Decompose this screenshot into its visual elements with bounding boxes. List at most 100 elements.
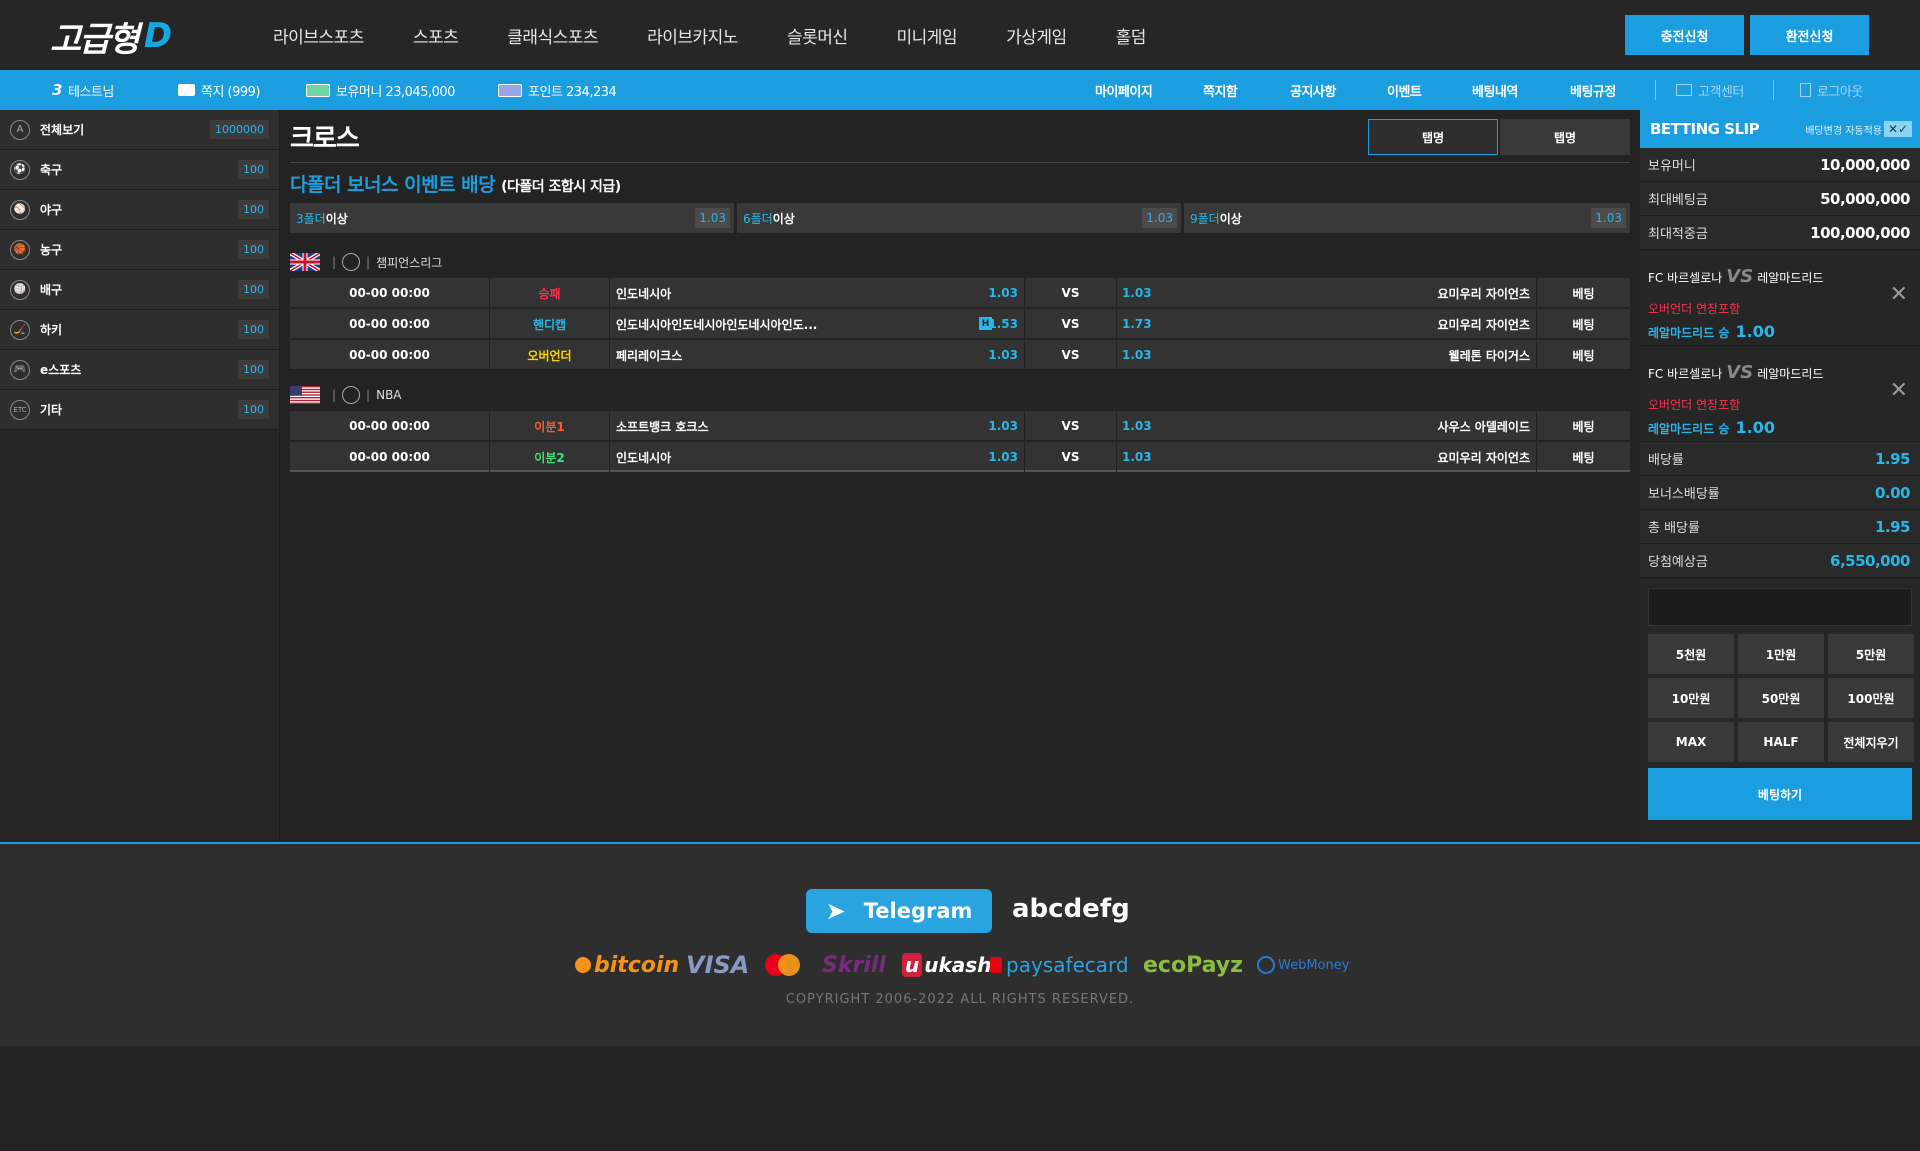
bet-button[interactable]: 베팅 — [1537, 411, 1630, 441]
link-mypage[interactable]: 마이페이지 — [1095, 70, 1153, 110]
visa-logo: VISA — [686, 951, 750, 979]
sidebar-item-etc[interactable]: ETC 기타 100 — [0, 390, 279, 430]
away-team: 요미우리 자이언츠 — [1117, 309, 1537, 339]
sidebar-item-volleyball[interactable]: 🏐 배구 100 — [0, 270, 279, 310]
amount-button-max[interactable]: MAX — [1648, 722, 1734, 762]
support-link[interactable]: 고객센터 — [1676, 70, 1744, 110]
points-value: 포인트 234,234 — [528, 84, 617, 100]
league-header: | | 챔피언스리그 — [290, 250, 442, 274]
sidebar-item-count: 100 — [238, 160, 269, 179]
nav-item-slots[interactable]: 슬롯머신 — [787, 23, 848, 48]
sidebar-item-all[interactable]: A 전체보기 1000000 — [0, 110, 279, 150]
main-content: 크로스 탭명 탭명 다폴더 보너스 이벤트 배당 (다폴더 조합시 지급) 3폴더… — [280, 110, 1640, 842]
sidebar-item-soccer[interactable]: ⚽ 축구 100 — [0, 150, 279, 190]
sidebar-item-baseball[interactable]: ⚾ 야구 100 — [0, 190, 279, 230]
uk-flag-icon — [290, 253, 320, 271]
vs-label: VS — [1025, 340, 1117, 370]
market-type: 핸디캡 — [490, 309, 610, 339]
home-odds[interactable]: 1.53 — [610, 309, 1025, 339]
place-bet-button[interactable]: 베팅하기 — [1648, 768, 1912, 820]
home-odds[interactable]: 1.03 — [610, 411, 1025, 441]
nav-item-minigame[interactable]: 미니게임 — [897, 23, 958, 48]
bet-button[interactable]: 베팅 — [1537, 309, 1630, 339]
slip-row-value: 1.95 — [1874, 517, 1911, 536]
auto-apply-toggle[interactable]: ✕✓ — [1884, 121, 1912, 137]
match-row: 00-00 00:00 승패 인도네시아 1.03 VS 1.03 요미우리 자… — [290, 278, 1630, 308]
match-row: 00-00 00:00 핸디캡 인도네시아인도네시아인도네시아인도... H 1… — [290, 309, 1630, 339]
amount-button-10k[interactable]: 1만원 — [1738, 634, 1824, 674]
esports-icon: 🎮 — [10, 359, 30, 380]
sports-sidebar: A 전체보기 1000000 ⚽ 축구 100 ⚾ 야구 100 🏀 농구 100 🏐 배구 100… — [0, 110, 280, 842]
sidebar-item-basketball[interactable]: 🏀 농구 100 — [0, 230, 279, 270]
away-team: 요미우리 자이언츠 — [1117, 278, 1537, 308]
sidebar-item-label: 야구 — [40, 203, 63, 217]
slip-header: BETTING SLIP 배당변경 자동적용 ✕✓ — [1640, 110, 1920, 148]
bet-button[interactable]: 베팅 — [1537, 442, 1630, 472]
pick-odds: 1.00 — [1735, 322, 1775, 341]
pick-match: FC 바르셀로나 VS 레알마드리드 — [1648, 362, 1823, 383]
market-type: 이분2 — [490, 442, 610, 472]
link-bet-history[interactable]: 베팅내역 — [1472, 70, 1518, 110]
nav-item-holdem[interactable]: 홀덤 — [1116, 23, 1147, 48]
exchange-button[interactable]: 환전신청 — [1750, 15, 1869, 55]
messages-link[interactable]: 쪽지 (999) — [178, 70, 261, 110]
fold-bonus-6: 6폴더 이상 1.03 — [737, 203, 1181, 233]
close-icon[interactable]: ✕ — [1890, 282, 1908, 307]
amount-button-1m[interactable]: 100만원 — [1828, 678, 1914, 718]
charge-button[interactable]: 충전신청 — [1625, 15, 1744, 55]
slip-row: 총 배당률 1.95 — [1640, 510, 1920, 544]
slip-row-value: 0.00 — [1874, 483, 1911, 502]
site-logo[interactable]: 고급형 D — [50, 14, 172, 60]
home-odds[interactable]: 1.03 — [610, 442, 1025, 472]
sidebar-item-hockey[interactable]: 🏒 하키 100 — [0, 310, 279, 350]
sidebar-item-label: 배구 — [40, 283, 63, 297]
logout-link[interactable]: 로그아웃 — [1800, 70, 1863, 110]
all-icon: A — [10, 119, 30, 140]
amount-button-500k[interactable]: 50만원 — [1738, 678, 1824, 718]
sidebar-item-esports[interactable]: 🎮 e스포츠 100 — [0, 350, 279, 390]
baseball-icon: ⚾ — [10, 199, 30, 220]
soccer-ball-icon: ⚽ — [10, 159, 30, 180]
vs-label: VS — [1025, 309, 1117, 339]
nav-item-classic-sports[interactable]: 클래식스포츠 — [507, 23, 598, 48]
link-inbox[interactable]: 쪽지함 — [1203, 70, 1238, 110]
telegram-button[interactable]: ➤ Telegram — [806, 889, 992, 933]
close-icon[interactable]: ✕ — [1890, 378, 1908, 403]
pick-label: 레알마드리드 승 — [1648, 422, 1730, 436]
home-odds[interactable]: 1.03 — [610, 340, 1025, 370]
match-row: 00-00 00:00 오버언더 페리레이크스 1.03 VS 1.03 웰레톤… — [290, 340, 1630, 370]
bonus-heading: 다폴더 보너스 이벤트 배당 (다폴더 조합시 지급) — [290, 170, 621, 197]
home-odds[interactable]: 1.03 — [610, 278, 1025, 308]
hockey-puck-icon: 🏒 — [10, 319, 30, 340]
pick-match: FC 바르셀로나 VS 레알마드리드 — [1648, 266, 1823, 287]
bet-amount-input[interactable] — [1648, 588, 1912, 626]
link-event[interactable]: 이벤트 — [1387, 70, 1422, 110]
slip-row-label: 배당률 — [1648, 453, 1684, 468]
amount-button-half[interactable]: HALF — [1738, 722, 1824, 762]
bet-button[interactable]: 베팅 — [1537, 340, 1630, 370]
tab-2[interactable]: 탭명 — [1500, 119, 1630, 155]
pick-market: 오버언더 연장포함 — [1648, 302, 1741, 316]
nav-item-virtual[interactable]: 가상게임 — [1006, 23, 1067, 48]
slip-row-value: 10,000,000 — [1820, 155, 1910, 174]
link-bet-rules[interactable]: 베팅규정 — [1570, 70, 1616, 110]
nav-item-sports[interactable]: 스포츠 — [413, 23, 459, 48]
points-display: 포인트 234,234 — [498, 70, 617, 110]
divider — [1655, 80, 1656, 100]
link-notice[interactable]: 공지사항 — [1290, 70, 1336, 110]
bonus-title: 다폴더 보너스 이벤트 배당 — [290, 174, 496, 196]
bet-button[interactable]: 베팅 — [1537, 278, 1630, 308]
market-type: 승패 — [490, 278, 610, 308]
amount-button-5k[interactable]: 5천원 — [1648, 634, 1734, 674]
tab-1[interactable]: 탭명 — [1368, 119, 1498, 155]
nav-item-live-sports[interactable]: 라이브스포츠 — [273, 23, 364, 48]
user-info[interactable]: 3 테스트님 — [52, 70, 114, 110]
nav-item-live-casino[interactable]: 라이브카지노 — [647, 23, 738, 48]
clear-all-button[interactable]: 전체지우기 — [1828, 722, 1914, 762]
amount-button-50k[interactable]: 5만원 — [1828, 634, 1914, 674]
amount-button-100k[interactable]: 10만원 — [1648, 678, 1734, 718]
fold-bonus-9: 9폴더 이상 1.03 — [1184, 203, 1630, 233]
sidebar-item-label: 농구 — [40, 243, 63, 257]
slip-row-label: 보너스배당률 — [1648, 487, 1720, 502]
pick-home: FC 바르셀로나 — [1648, 367, 1723, 381]
